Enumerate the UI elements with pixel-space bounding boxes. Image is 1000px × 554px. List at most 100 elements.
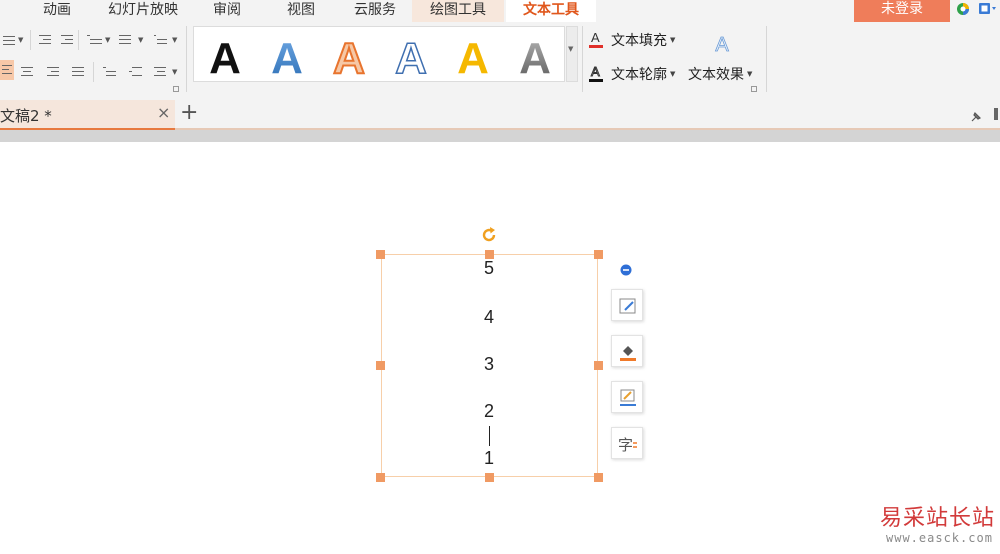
- chevron-down-icon: ▼: [747, 70, 753, 78]
- wordart-style-orange-outline[interactable]: A: [318, 27, 378, 83]
- svg-text:A: A: [457, 34, 489, 79]
- document-tab-title: 文稿2 *: [0, 107, 52, 125]
- chevron-down-icon[interactable]: ▼: [172, 68, 177, 76]
- align-left-button[interactable]: [0, 60, 14, 80]
- panel-toggle-icon[interactable]: [994, 108, 998, 120]
- svg-text:A: A: [519, 34, 551, 79]
- gallery-more-button[interactable]: ▼: [566, 26, 578, 82]
- text-effect-label: 文本效果: [688, 67, 744, 83]
- menu-tab-drawing-tools[interactable]: 绘图工具: [412, 0, 504, 22]
- collapse-icon[interactable]: [620, 261, 632, 280]
- login-button[interactable]: 未登录: [854, 0, 950, 22]
- divider: [766, 26, 767, 92]
- resize-handle-bottom[interactable]: [485, 473, 494, 482]
- wordart-style-blue-outline[interactable]: A: [380, 27, 440, 83]
- text-outline-icon: A: [589, 64, 605, 82]
- paragraph-dialog-launcher-icon[interactable]: [173, 86, 179, 92]
- menu-tab-text-tools[interactable]: 文本工具: [506, 0, 596, 22]
- column-icon[interactable]: [128, 66, 142, 78]
- document-tab-bar: 文稿2 * × +: [0, 98, 1000, 130]
- svg-text:A: A: [395, 34, 427, 79]
- text-line: 1: [483, 448, 494, 468]
- chevron-down-icon: ▼: [670, 70, 676, 78]
- rotate-handle-icon[interactable]: [480, 226, 498, 248]
- numbered-list-icon[interactable]: [2, 34, 16, 46]
- pencil-box-icon: [619, 298, 636, 314]
- resize-handle-right[interactable]: [594, 361, 603, 370]
- wordart-style-black[interactable]: A: [194, 27, 254, 83]
- shape-outline-button[interactable]: [611, 381, 643, 413]
- resize-handle-bottom-left[interactable]: [376, 473, 385, 482]
- align-center-icon[interactable]: [20, 66, 34, 78]
- cloud-sync-icon[interactable]: [956, 1, 970, 15]
- pin-icon[interactable]: [970, 108, 982, 127]
- text-fill-icon: A: [589, 30, 605, 48]
- chevron-down-icon[interactable]: ▼: [138, 36, 143, 44]
- increase-indent-icon[interactable]: [60, 34, 74, 46]
- divider: [78, 30, 79, 50]
- text-line: 3: [483, 354, 494, 374]
- wordart-style-grey[interactable]: A: [504, 27, 564, 83]
- chevron-down-icon[interactable]: ▼: [18, 36, 23, 44]
- divider: [93, 62, 94, 82]
- shape-fill-button[interactable]: [611, 335, 643, 367]
- text-fill-label: 文本填充: [611, 33, 667, 49]
- resize-handle-left[interactable]: [376, 361, 385, 370]
- resize-handle-top-left[interactable]: [376, 250, 385, 259]
- chevron-down-icon[interactable]: ▼: [105, 36, 110, 44]
- text-line: 5: [483, 258, 494, 278]
- svg-text:A: A: [271, 34, 303, 79]
- svg-text:A: A: [715, 34, 729, 55]
- text-fill-button[interactable]: A 文本填充 ▼: [589, 30, 675, 50]
- add-tab-icon[interactable]: +: [180, 100, 198, 125]
- decrease-indent-icon[interactable]: [38, 34, 52, 46]
- text-effect-button[interactable]: 文本效果 ▼: [688, 64, 752, 84]
- text-line: 4: [483, 307, 494, 327]
- indent-options-icon[interactable]: [153, 66, 167, 78]
- svg-text:A: A: [209, 34, 241, 79]
- paragraph-spacing-icon[interactable]: [118, 34, 132, 46]
- shape-style-button[interactable]: [611, 289, 643, 321]
- menu-tab-cloud[interactable]: 云服务: [342, 0, 408, 22]
- text-direction-icon[interactable]: [153, 34, 167, 46]
- document-tab[interactable]: 文稿2 * ×: [0, 100, 175, 130]
- divider: [186, 26, 187, 92]
- watermark-brand: 易采站长站: [880, 506, 996, 531]
- text-outline-label: 文本轮廓: [611, 67, 667, 83]
- menu-tab-view[interactable]: 视图: [277, 0, 325, 22]
- character-format-icon: 字: [618, 436, 637, 454]
- chevron-down-icon[interactable]: ▼: [172, 36, 177, 44]
- divider: [30, 30, 31, 50]
- wordart-style-gallery: A A A A A A: [193, 26, 565, 82]
- text-line: 2: [483, 401, 494, 421]
- svg-text:A: A: [333, 34, 365, 79]
- svg-text:字: 字: [618, 436, 633, 454]
- chevron-down-icon: ▼: [568, 45, 574, 53]
- menu-tab-slideshow[interactable]: 幻灯片放映: [100, 0, 186, 22]
- close-icon[interactable]: ×: [157, 103, 170, 122]
- divider: [582, 26, 583, 92]
- text-dialog-launcher-icon[interactable]: [751, 86, 757, 92]
- chevron-down-icon: ▼: [670, 36, 676, 44]
- align-right-icon[interactable]: [46, 66, 60, 78]
- resize-handle-top-right[interactable]: [594, 250, 603, 259]
- workspace-border: [0, 130, 1000, 142]
- text-effect-icon[interactable]: A: [712, 33, 732, 59]
- menu-tab-bar: 动画 幻灯片放映 审阅 视图 云服务 绘图工具 文本工具 未登录: [0, 0, 1000, 22]
- wordart-style-blue[interactable]: A: [256, 27, 316, 83]
- paint-bucket-icon: [620, 346, 636, 361]
- skin-menu-icon[interactable]: [978, 1, 998, 15]
- line-spacing-icon[interactable]: [86, 34, 102, 46]
- text-cursor: [489, 426, 490, 446]
- watermark-url: www.easck.com: [886, 531, 993, 545]
- text-outline-button[interactable]: A 文本轮廓 ▼: [589, 64, 675, 84]
- resize-handle-bottom-right[interactable]: [594, 473, 603, 482]
- ribbon-toolbar: ▼ ▼ ▼ ▼ ▼ A A A A A A ▼ A 文本填充 ▼ A 文本轮廓 …: [0, 22, 1000, 98]
- text-format-button[interactable]: 字: [611, 427, 643, 459]
- outline-pen-icon: [620, 389, 636, 406]
- menu-tab-animation[interactable]: 动画: [33, 0, 81, 22]
- distributed-icon[interactable]: [102, 66, 116, 78]
- menu-tab-review[interactable]: 审阅: [203, 0, 251, 22]
- wordart-style-gold[interactable]: A: [442, 27, 502, 83]
- justify-icon[interactable]: [71, 66, 85, 78]
